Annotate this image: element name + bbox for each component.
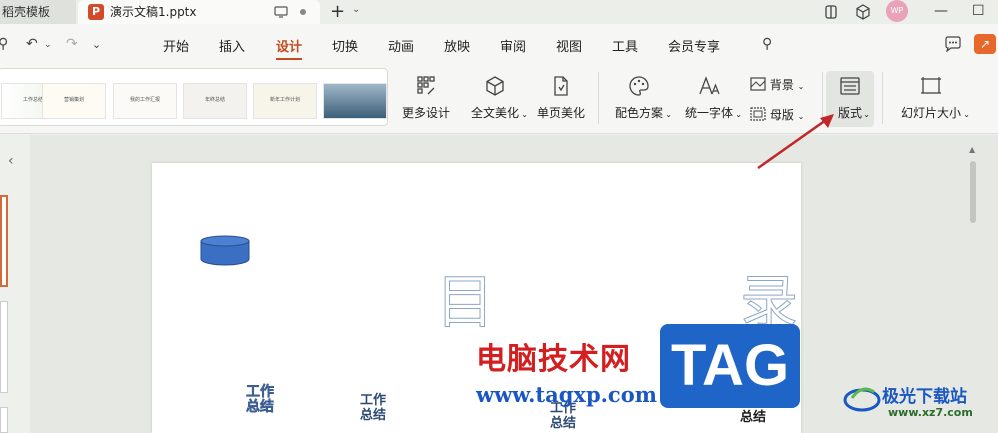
more-design-button[interactable]: 更多设计 xyxy=(400,74,452,121)
color-scheme-label: 配色方案 xyxy=(614,106,663,120)
menu-tools[interactable]: 工具 xyxy=(612,36,638,55)
template-thumb[interactable]: 年终总结 xyxy=(183,83,247,119)
font-icon xyxy=(699,76,720,95)
grid-icon xyxy=(417,76,435,95)
menu-design[interactable]: 设计 xyxy=(276,36,302,55)
template-thumb[interactable]: 营销策划 xyxy=(42,83,106,119)
collapse-panel-icon[interactable]: ‹ xyxy=(8,153,14,169)
annotation-arrow xyxy=(757,114,834,170)
background-button[interactable]: 背景 ⌄ xyxy=(750,76,804,93)
ribbon-divider xyxy=(882,72,883,124)
unify-font-button[interactable]: 统一字体 ⌄ xyxy=(678,74,742,121)
tab-template[interactable]: 稻壳模板 xyxy=(0,0,76,24)
menu-slideshow[interactable]: 放映 xyxy=(444,36,470,55)
quick-access-chevron-icon[interactable]: ⌄ xyxy=(92,38,101,51)
beautify-all-label: 全文美化 xyxy=(470,106,519,120)
beautify-page-button[interactable]: 单页美化 xyxy=(534,74,588,121)
chat-icon[interactable] xyxy=(944,36,962,52)
template-thumb[interactable] xyxy=(323,83,387,119)
slide-size-button[interactable]: 幻灯片大小 ⌄ xyxy=(894,74,970,121)
watermark-site-url: www.tagxp.com xyxy=(476,382,657,407)
search-icon[interactable]: ⚲ xyxy=(0,36,8,52)
menu-member[interactable]: 会员专享 xyxy=(668,36,720,55)
watermark-tag-logo: TAG xyxy=(660,324,800,408)
chevron-down-icon: ⌄ xyxy=(665,110,672,119)
monitor-icon[interactable] xyxy=(274,5,288,19)
tab-template-label: 稻壳模板 xyxy=(2,5,51,19)
chevron-down-icon: ⌄ xyxy=(797,82,805,91)
background-label: 背景 xyxy=(769,78,794,92)
slide-thumbnail-1[interactable] xyxy=(0,195,8,287)
reading-mode-icon[interactable] xyxy=(822,3,840,21)
avatar[interactable]: WP xyxy=(886,0,908,22)
menu-animation[interactable]: 动画 xyxy=(388,36,414,55)
undo-icon[interactable]: ↶ xyxy=(26,36,38,52)
menu-insert[interactable]: 插入 xyxy=(219,36,245,55)
section-label-2[interactable]: 工作 总结 xyxy=(360,393,386,423)
tab-document-label: 演示文稿1.pptx xyxy=(110,5,197,19)
color-scheme-button[interactable]: 配色方案 ⌄ xyxy=(608,74,672,121)
maximize-icon[interactable]: ☐ xyxy=(972,0,985,22)
cylinder-shape[interactable] xyxy=(200,235,250,267)
ribbon-divider xyxy=(598,72,599,124)
chevron-down-icon: ⌄ xyxy=(735,110,742,119)
chevron-down-icon: ⌄ xyxy=(863,110,870,119)
slide-thumbnail-panel: ‹ xyxy=(0,135,30,433)
vertical-scrollbar[interactable]: ▲ xyxy=(966,141,980,433)
template-thumb[interactable]: 我的工作汇报 xyxy=(113,83,177,119)
watermark-site-name: 电脑技术网 xyxy=(476,342,631,377)
background-icon xyxy=(750,77,766,91)
beautify-all-button[interactable]: 全文美化 ⌄ xyxy=(464,74,528,121)
slide-thumbnail-3[interactable] xyxy=(0,407,8,433)
chevron-down-icon[interactable]: ⌄ xyxy=(352,4,360,15)
minimize-icon[interactable]: — xyxy=(934,0,948,22)
aurora-logo-icon xyxy=(843,387,881,412)
new-tab-button[interactable]: + xyxy=(330,1,345,23)
beautify-page-label: 单页美化 xyxy=(536,106,585,120)
search-icon[interactable]: ⚲ xyxy=(762,36,772,52)
slide-size-label: 幻灯片大小 xyxy=(900,106,961,120)
design-template-gallery: 工作总结 营销策划 我的工作汇报 年终总结 新年工作计划 xyxy=(0,68,388,126)
scroll-thumb[interactable] xyxy=(970,161,976,223)
menu-transition[interactable]: 切换 xyxy=(332,36,358,55)
menu-review[interactable]: 审阅 xyxy=(500,36,526,55)
chevron-down-icon: ⌄ xyxy=(521,110,528,119)
unify-font-label: 统一字体 xyxy=(684,106,733,120)
section-label-1[interactable]: 工作 总结 xyxy=(246,384,275,415)
redo-icon[interactable]: ↷ xyxy=(66,36,78,52)
slide-thumbnail-2[interactable] xyxy=(0,301,8,393)
chevron-down-icon: ⌄ xyxy=(963,110,970,119)
ribbon-design: 工作总结 营销策划 我的工作汇报 年终总结 新年工作计划 更多设计 全文美化 ⌄… xyxy=(0,64,998,134)
title-bar: 稻壳模板 P 演示文稿1.pptx + ⌄ WP — ☐ xyxy=(0,0,998,24)
layout-icon xyxy=(840,77,860,95)
template-thumb[interactable]: 新年工作计划 xyxy=(253,83,317,119)
watermark-jg-name: 极光下载站 xyxy=(882,387,967,407)
cube-icon[interactable] xyxy=(854,3,872,21)
unsaved-dot-icon[interactable] xyxy=(300,9,306,15)
more-design-label: 更多设计 xyxy=(401,106,450,120)
menu-view[interactable]: 视图 xyxy=(556,36,582,55)
scroll-up-icon[interactable]: ▲ xyxy=(969,145,975,154)
menu-bar: ⚲ ↶ ⌄ ↷ ⌄ 开始 插入 设计 切换 动画 放映 审阅 视图 工具 会员专… xyxy=(0,24,998,64)
cube-icon xyxy=(486,76,504,96)
active-tab-underline xyxy=(276,58,302,60)
palette-icon xyxy=(629,76,649,96)
ppt-file-icon: P xyxy=(88,4,104,20)
menu-home[interactable]: 开始 xyxy=(163,36,189,55)
title-char-mu[interactable]: 目 xyxy=(435,255,494,339)
page-beautify-icon xyxy=(554,76,568,96)
slide-size-icon xyxy=(921,77,941,94)
undo-chevron-icon[interactable]: ⌄ xyxy=(44,40,52,50)
watermark-jg-url: www.xz7.com xyxy=(888,406,973,419)
tab-document[interactable]: P 演示文稿1.pptx xyxy=(78,0,320,24)
share-icon[interactable]: ↗ xyxy=(974,34,996,54)
